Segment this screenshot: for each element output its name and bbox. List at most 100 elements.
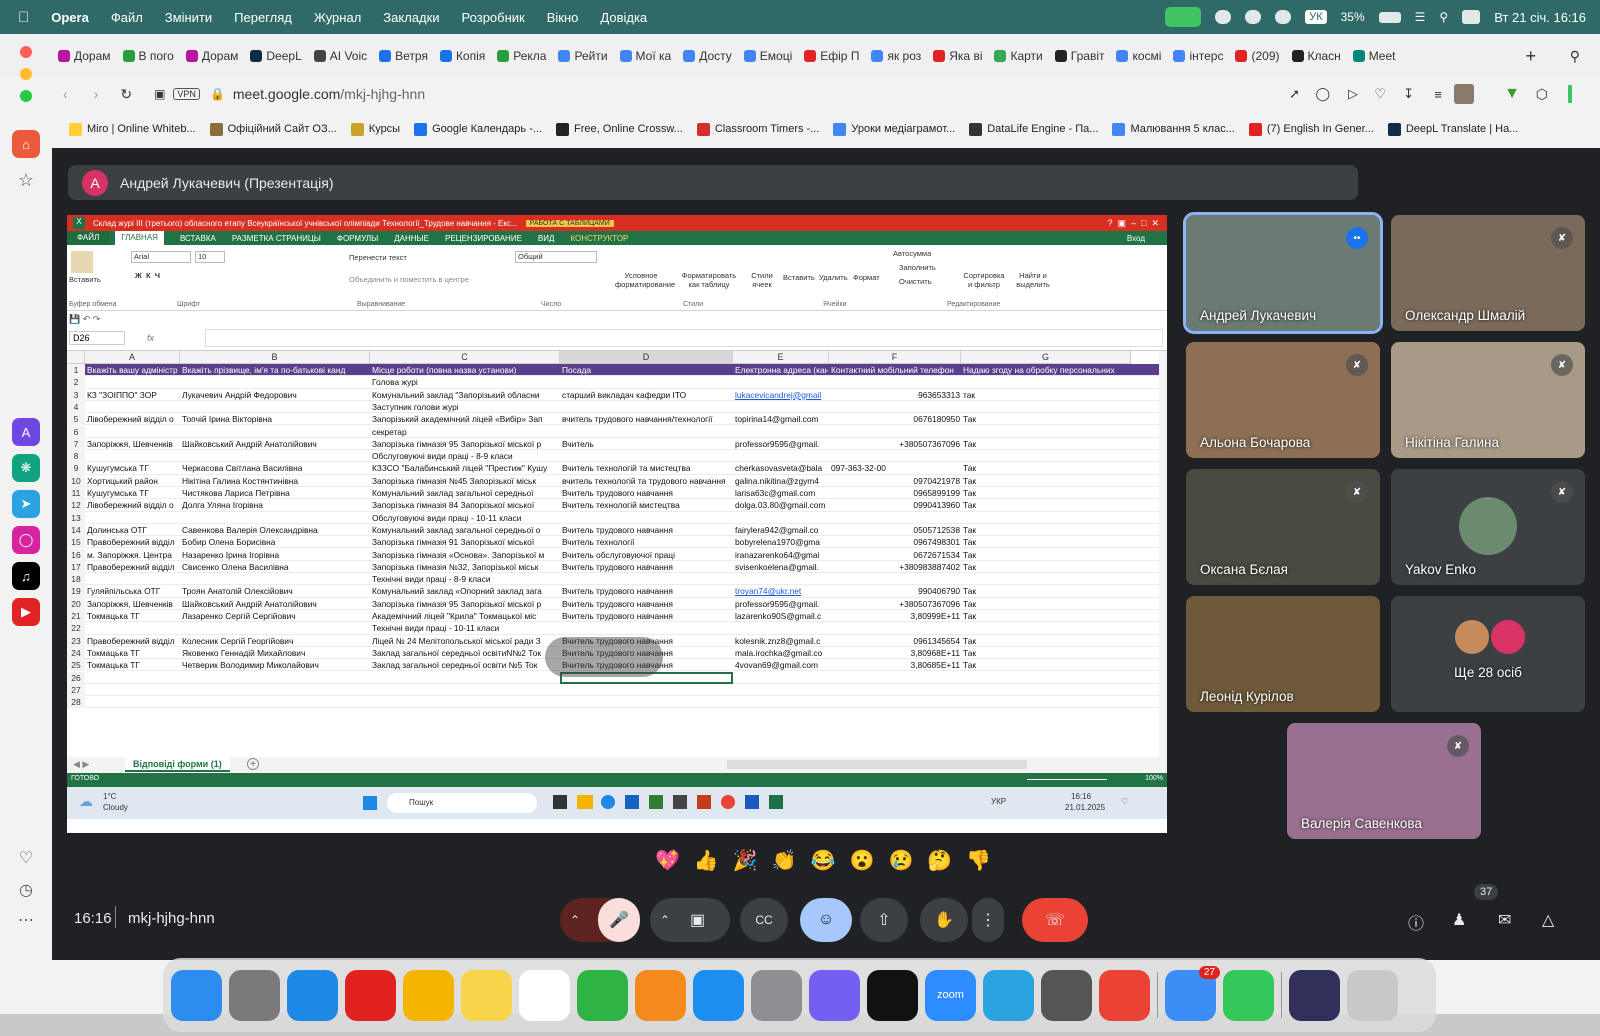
table-cell[interactable]: Так (963, 413, 1130, 425)
photos-icon[interactable] (403, 969, 454, 1021)
ribbon-tab-data[interactable]: ДАННЫЕ (394, 234, 429, 243)
select-all-corner[interactable] (67, 351, 85, 364)
table-cell[interactable]: svisenkoelena@gmail. (735, 561, 828, 573)
horizontal-scrollbar[interactable] (727, 760, 1027, 769)
app-store-icon[interactable] (693, 969, 744, 1021)
table-cell[interactable]: 097-363-32-00 (831, 462, 960, 474)
row-header[interactable]: 2 (67, 376, 85, 389)
launchpad-icon[interactable] (229, 969, 280, 1021)
clear-button[interactable]: Очистить (899, 277, 932, 286)
row-header[interactable]: 1 (67, 364, 85, 377)
menu-help[interactable]: Довідка (600, 10, 647, 25)
sheet-tab-responses[interactable]: Відповіді форми (1) (125, 757, 230, 772)
table-cell[interactable]: Токмацька ТГ (87, 610, 179, 622)
table-cell[interactable]: Контактний мобільний телефон (831, 364, 960, 376)
store-icon[interactable] (625, 795, 639, 809)
table-cell[interactable]: Лазаренко Сергій Сергійович (182, 610, 369, 622)
people-icon[interactable]: ♟ (1452, 910, 1466, 930)
table-cell[interactable]: cherkasovasveta@bala (735, 462, 828, 474)
explorer-icon[interactable] (577, 795, 593, 809)
bookmark-item[interactable]: Classroom Timers -... (696, 122, 819, 136)
browser-tab[interactable]: AI Voic (313, 49, 367, 63)
table-cell[interactable]: +380507367096 (831, 598, 960, 610)
menu-developer[interactable]: Розробник (462, 10, 525, 25)
word-icon[interactable] (745, 795, 759, 809)
more-options-icon[interactable]: ⋮ (972, 898, 1004, 942)
participant-tile[interactable]: Олександр Шмалій ✘ (1391, 215, 1585, 331)
menu-bookmarks[interactable]: Закладки (383, 10, 439, 25)
row-header[interactable]: 7 (67, 437, 85, 451)
table-cell[interactable]: Лівобережний відділ о (87, 499, 179, 511)
notes-icon[interactable] (461, 969, 512, 1021)
vpn-badge[interactable]: VPN (173, 88, 200, 100)
table-cell[interactable]: Вчитель трудового навчання (562, 598, 732, 610)
find-select-button[interactable]: Найти и выделить (1013, 271, 1053, 289)
row-header[interactable]: 17 (67, 560, 85, 574)
table-cell[interactable]: professor9595@gmail. (735, 598, 828, 610)
reaction-emoji[interactable]: 😮 (850, 848, 875, 873)
more-icon[interactable]: ⋯ (12, 906, 40, 934)
table-cell[interactable]: Вчитель трудового навчання (562, 561, 732, 573)
table-cell[interactable]: Бобир Олена Борисівна (182, 536, 369, 548)
participant-tile[interactable]: Yakov Enko ✘ (1391, 469, 1585, 585)
table-cell[interactable]: Посада (562, 364, 732, 376)
table-cell[interactable]: 4vovan69@gmail.com (735, 659, 828, 671)
bold-button[interactable]: Ж К Ч (135, 271, 160, 280)
table-cell[interactable]: Академічний ліцей "Крила" Токмацької міс (372, 610, 559, 622)
browser-tab[interactable]: космі (1116, 49, 1161, 63)
table-cell[interactable]: Долинська ОТГ (87, 524, 179, 536)
lock-icon[interactable]: 🔒 (210, 87, 225, 101)
browser-tab[interactable]: Яка ві (933, 49, 982, 63)
table-cell[interactable]: Так (963, 438, 1130, 450)
row-header[interactable]: 12 (67, 499, 85, 512)
insert-cells-button[interactable]: Вставить (783, 273, 815, 282)
browser-tab[interactable]: Карти (994, 49, 1043, 63)
table-cell[interactable]: КЗЗСО "Балабинський ліцей "Престиж" Кушу (372, 462, 559, 474)
activities-icon[interactable]: △ (1542, 910, 1554, 930)
table-cell[interactable]: Комунальний заклад "Запорізький обласни (372, 389, 559, 401)
column-header-e[interactable]: E (733, 351, 829, 364)
audio-options-icon[interactable]: ⌃ (570, 913, 580, 927)
aria-icon[interactable]: A (12, 418, 40, 446)
table-cell[interactable]: Комунальний заклад загальної середньої о (372, 524, 559, 536)
menubar-clock[interactable]: Вт 21 січ. 16:16 (1494, 10, 1586, 25)
tab-search-icon[interactable]: ⚲ (1570, 48, 1580, 65)
sheet-nav-arrows[interactable]: ◀ ▶ (73, 759, 89, 770)
number-format-select[interactable]: Общий (515, 251, 597, 263)
table-cell[interactable]: Обслуговуючі види праці - 10-11 класи (372, 512, 559, 524)
bookmark-item[interactable]: DataLife Engine - Па... (969, 122, 1098, 136)
table-cell[interactable]: larisa63c@gmail.com (735, 487, 828, 499)
table-cell[interactable]: секретар (372, 426, 559, 438)
table-cell[interactable]: Так (963, 598, 1130, 610)
format-cells-button[interactable]: Формат (853, 273, 880, 282)
telegram-sidebar-icon[interactable]: ➤ (12, 490, 40, 518)
meeting-info-icon[interactable]: ⓘ (1408, 910, 1424, 934)
table-cell[interactable]: Так (963, 585, 1130, 597)
zoom-level[interactable]: 100% (1145, 775, 1163, 782)
table-cell[interactable]: Назаренко Ірина Ігорівна (182, 549, 369, 561)
table-cell[interactable]: professor9595@gmail. (735, 438, 828, 450)
zoom-icon[interactable]: zoom (925, 969, 976, 1021)
favorites-icon[interactable]: ♡ (12, 844, 40, 872)
format-as-table-button[interactable]: Форматировать как таблицу (677, 271, 741, 289)
ribbon-tab-formulas[interactable]: ФОРМУЛЫ (337, 234, 378, 243)
add-sheet-icon[interactable]: + (247, 758, 259, 770)
window-buttons[interactable]: ? ▣ – □ ✕ (1108, 218, 1160, 229)
spreadsheet-grid[interactable]: ABCDEFG 1 Вкажіть вашу адміністр Вкажіть п… (67, 351, 1167, 757)
participant-tile[interactable]: Ще 28 осіб (1391, 596, 1585, 712)
table-cell[interactable]: 0990413960 (831, 499, 960, 511)
participant-tile[interactable]: Валерія Савенкова ✘ (1287, 723, 1481, 839)
table-cell[interactable]: Колесник Сергій Георгійович (182, 635, 369, 647)
table-cell[interactable]: Нікітіна Галина Костянтинівна (182, 475, 369, 487)
camera-icon[interactable]: ▣ (690, 910, 705, 930)
iphone-mirroring-icon[interactable] (1041, 969, 1092, 1021)
row-header[interactable]: 18 (67, 573, 85, 586)
table-cell[interactable]: Технічні види праці - 8-9 класи (372, 573, 559, 585)
numbers-icon[interactable] (577, 969, 628, 1021)
taskbar-date[interactable]: 21.01.2025 (1065, 803, 1105, 812)
table-cell[interactable]: topirina14@gmail.com (735, 413, 828, 425)
leave-call-icon[interactable]: ☏ (1022, 898, 1088, 942)
speed-dial-icon[interactable]: ☆ (12, 166, 40, 194)
chrome-taskbar-icon[interactable] (721, 795, 735, 809)
table-cell[interactable]: Запоріжжя, Шевченків (87, 598, 179, 610)
